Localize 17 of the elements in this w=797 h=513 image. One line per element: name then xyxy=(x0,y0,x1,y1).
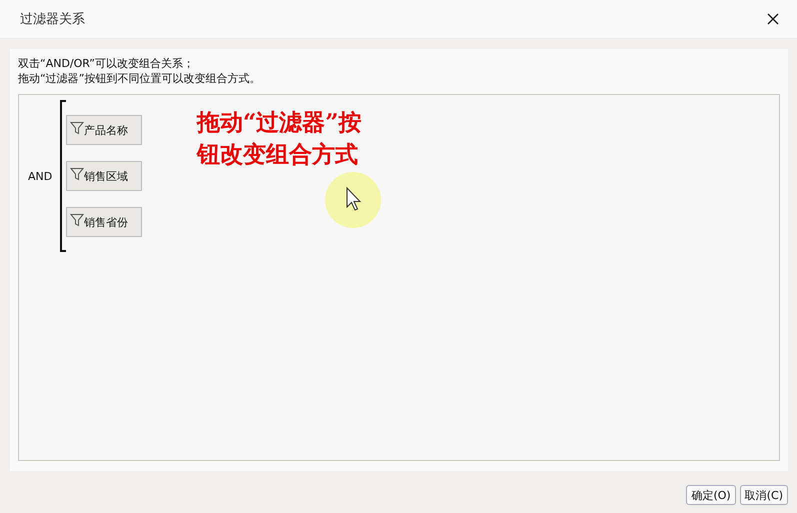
close-icon[interactable] xyxy=(767,13,779,25)
cursor-highlight-icon xyxy=(324,171,382,229)
funnel-icon xyxy=(70,121,84,135)
filter-button[interactable]: 产品名称 xyxy=(66,115,142,145)
operator-label[interactable]: AND xyxy=(28,170,59,182)
annotation-text: 拖动“过滤器”按 xyxy=(197,108,362,138)
dialog-button[interactable]: 确定(O) xyxy=(686,485,736,505)
annotation-text: 钮改变组合方式 xyxy=(197,140,359,170)
dialog-button[interactable]: 取消(C) xyxy=(740,485,788,505)
instruction-text: 双击“AND/OR”可以改变组合关系； xyxy=(18,56,195,71)
window-title: 过滤器关系 xyxy=(20,11,85,28)
filter-button[interactable]: 销售区域 xyxy=(66,161,142,191)
bracket-icon xyxy=(59,100,67,252)
funnel-icon xyxy=(70,167,84,181)
funnel-icon xyxy=(70,213,84,227)
instruction-text: 拖动“过滤器”按钮到不同位置可以改变组合方式。 xyxy=(18,71,262,86)
filter-button[interactable]: 销售省份 xyxy=(66,207,142,237)
